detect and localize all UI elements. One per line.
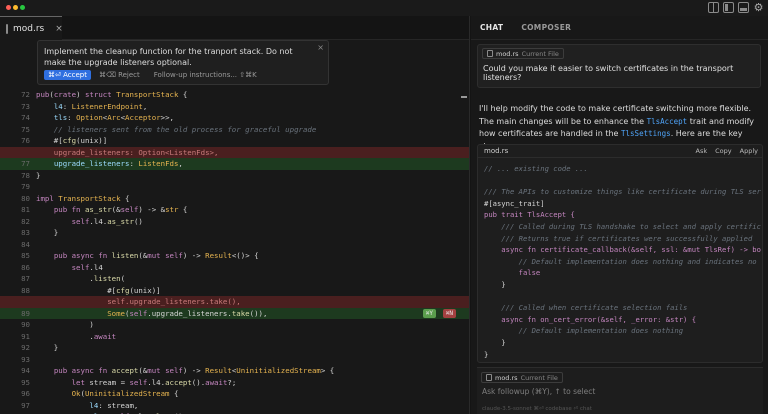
- code-line: 78}: [21, 170, 41, 180]
- code-line: 92 }: [21, 343, 59, 352]
- code-editor: mod.rs × Implement the cleanup function …: [0, 16, 470, 414]
- prompt-text: Implement the cleanup function for the t…: [44, 47, 293, 67]
- suggested-code-line: [484, 175, 761, 187]
- copy-button[interactable]: Copy: [715, 147, 732, 155]
- sidebar-icon[interactable]: [723, 2, 734, 13]
- added-line: 89 Some(self.upgrade_listeners.take()), ⌘…: [0, 307, 469, 319]
- context-file-chip[interactable]: mod.rs Current File: [482, 48, 564, 59]
- tab-mod-rs[interactable]: mod.rs ×: [0, 16, 63, 40]
- code-line: 86 self.l4: [21, 262, 103, 272]
- title-bar: ⚙: [0, 0, 768, 16]
- followup-composer: mod.rs Current File Ask followup (⌘Y), ↑…: [477, 367, 763, 414]
- file-icon: [6, 23, 8, 34]
- code-line: 83 }: [21, 228, 59, 237]
- tab-label: mod.rs: [13, 23, 45, 34]
- bottom-panel-icon[interactable]: [738, 2, 749, 13]
- followup-input[interactable]: Ask followup (⌘Y), ↑ to select: [482, 387, 595, 396]
- gear-icon[interactable]: ⚙: [753, 2, 764, 13]
- suggested-code-line: }: [484, 349, 489, 359]
- suggested-code-line: pub trait TlsAccept {: [484, 210, 575, 220]
- close-icon[interactable]: ×: [55, 24, 63, 34]
- reject-button[interactable]: ⌘⌫ Reject: [95, 70, 144, 80]
- accept-button[interactable]: ⌘⏎ Accept: [44, 70, 91, 80]
- close-icon[interactable]: ×: [317, 43, 324, 52]
- suggested-code-line: // Default implementation does nothing: [484, 326, 684, 336]
- suggested-code-line: [484, 291, 761, 303]
- chat-panel: CHAT COMPOSER mod.rs Current File Could …: [471, 16, 768, 414]
- code-line: 96 Ok(UninitializedStream {: [21, 389, 179, 398]
- code-line: 80 impl TransportStack {: [21, 193, 130, 203]
- code-line: 72 pub(crate) struct TransportStack {: [21, 90, 188, 99]
- accept-change-button[interactable]: ⌘Y: [422, 308, 436, 318]
- code-line: 94 pub async fn accept(&mut self) -> Res…: [21, 366, 335, 375]
- code-line: 93: [21, 354, 30, 364]
- suggested-code-line: }: [484, 337, 506, 347]
- code-line: 76 #[cfg(unix)]: [21, 136, 108, 145]
- code-line: 85 pub async fn listen(&mut self) -> Res…: [21, 251, 259, 260]
- file-icon: [486, 374, 492, 381]
- suggested-code-line: }: [484, 279, 506, 289]
- added-line: 77 upgrade_listeners: ListenFds,: [0, 158, 469, 170]
- code-line: 90 ): [21, 320, 94, 329]
- follow-up-input[interactable]: Follow-up instructions... ⇧⌘K: [154, 71, 257, 79]
- inline-edit-prompt: Implement the cleanup function for the t…: [37, 40, 329, 85]
- code-line: 84: [21, 239, 30, 249]
- close-window-button[interactable]: [6, 5, 11, 10]
- chat-tab-bar: CHAT COMPOSER: [471, 16, 768, 40]
- code-line: 75 // listeners sent from the old proces…: [21, 124, 317, 134]
- suggested-code-line: [484, 360, 761, 362]
- ask-button[interactable]: Ask: [696, 147, 708, 155]
- suggested-code-line: async fn on_cert_error(&self, _error: &s…: [484, 314, 697, 324]
- user-message-text: Could you make it easier to switch certi…: [483, 64, 734, 82]
- deleted-line: self.upgrade_listeners.take(),: [0, 296, 469, 308]
- code-line: 91 .await: [21, 331, 117, 341]
- inline-code: TlsAccept: [646, 116, 688, 126]
- suggested-code-line: false: [484, 268, 541, 278]
- suggested-code[interactable]: // ... existing code ... /// The APIs to…: [484, 163, 761, 362]
- tab-composer[interactable]: COMPOSER: [521, 23, 571, 32]
- suggested-code-line: // Default implementation does nothing a…: [484, 256, 757, 266]
- suggested-code-line: /// Called when certificate selection fa…: [484, 303, 688, 313]
- minimap-marker[interactable]: [461, 96, 467, 98]
- suggested-code-line: async fn certificate_callback(&self, ssl…: [484, 245, 761, 255]
- code-line: 95 let stream = self.l4.accept().await?;: [21, 377, 237, 387]
- code-suggestion-block: mod.rs Ask Copy Apply // ... existing co…: [477, 144, 763, 363]
- code-line: 97 l4: stream,: [21, 400, 139, 410]
- inline-code: TlsSettings: [621, 129, 671, 138]
- suggested-code-line: /// The APIs to customize things like ce…: [484, 187, 761, 197]
- code-line: 82 self.l4.as_str(): [21, 216, 143, 226]
- suggested-code-line: /// Returns true if certificates were su…: [484, 233, 753, 243]
- suggested-code-line: #[async_trait]: [484, 198, 545, 208]
- split-layout-icon[interactable]: [708, 2, 719, 13]
- code-line: 87 .listen(: [21, 274, 126, 283]
- code-line: 74 tls: Option<Arc<Acceptor>>,: [21, 113, 175, 122]
- maximize-window-button[interactable]: [20, 5, 25, 10]
- minimize-window-button[interactable]: [13, 5, 18, 10]
- code-block-filename: mod.rs: [484, 147, 509, 155]
- code-area[interactable]: 72 pub(crate) struct TransportStack { 73 …: [0, 89, 469, 414]
- composer-footer: claude-3.5-sonnet ⌘⏎ codebase ⏎ chat: [482, 406, 592, 412]
- context-file-chip[interactable]: mod.rs Current File: [481, 372, 563, 383]
- apply-button[interactable]: Apply: [740, 147, 758, 155]
- reject-change-button[interactable]: ⌘N: [442, 308, 456, 318]
- tab-chat[interactable]: CHAT: [480, 23, 503, 32]
- code-line: 73 l4: ListenerEndpoint,: [21, 101, 148, 111]
- editor-tab-bar: mod.rs ×: [0, 16, 469, 40]
- suggested-code-line: // ... existing code ...: [484, 164, 588, 173]
- code-line: 88 #[cfg(unix)]: [21, 285, 161, 295]
- code-block-header: mod.rs Ask Copy Apply: [478, 145, 762, 158]
- deleted-line: upgrade_listeners: Option<ListenFds>,: [0, 146, 469, 158]
- user-message: mod.rs Current File Could you make it ea…: [477, 44, 761, 88]
- code-line: 81 pub fn as_str(&self) -> &str {: [21, 205, 188, 214]
- file-icon: [487, 50, 493, 57]
- suggested-code-line: /// Called during TLS handshake to selec…: [484, 221, 761, 231]
- code-line: 79: [21, 182, 30, 191]
